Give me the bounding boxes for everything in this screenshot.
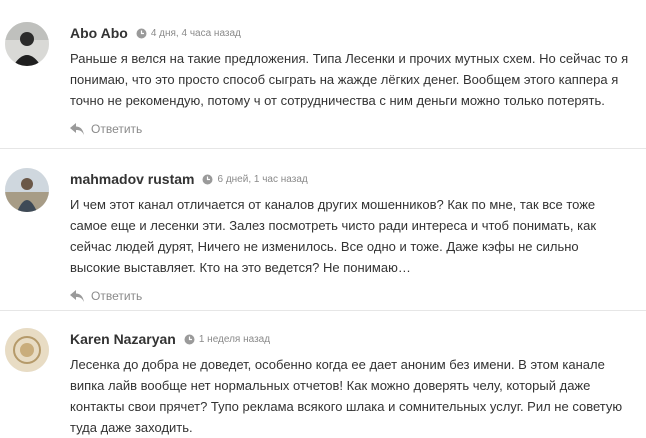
- author-name[interactable]: mahmadov rustam: [70, 171, 194, 187]
- comment-text: Раньше я велся на такие предложения. Тип…: [70, 51, 629, 108]
- clock-icon: [136, 28, 147, 39]
- comment-meta: mahmadov rustam 6 дней, 1 час назад: [70, 168, 632, 190]
- comment-timestamp[interactable]: 6 дней, 1 час назад: [217, 174, 307, 185]
- avatar[interactable]: [5, 328, 49, 372]
- reply-arrow-icon: [70, 290, 84, 302]
- author-name[interactable]: Karen Nazaryan: [70, 331, 176, 347]
- avatar[interactable]: [5, 168, 49, 212]
- comment-text: И чем этот канал отличается от каналов д…: [70, 197, 597, 275]
- clock-icon: [202, 174, 213, 185]
- reply-button[interactable]: Ответить: [70, 119, 632, 139]
- comment-meta: Abo Abo 4 дня, 4 часа назад: [70, 22, 632, 44]
- divider: [0, 310, 646, 311]
- clock-icon: [184, 334, 195, 345]
- reply-label: Ответить: [91, 122, 143, 136]
- comment-meta: Karen Nazaryan 1 неделя назад: [70, 328, 632, 350]
- reply-button[interactable]: Ответить: [70, 286, 632, 306]
- author-name[interactable]: Abo Abo: [70, 25, 128, 41]
- comment-timestamp[interactable]: 1 неделя назад: [199, 334, 270, 345]
- reply-label: Ответить: [91, 289, 143, 303]
- divider: [0, 148, 646, 149]
- reply-arrow-icon: [70, 123, 84, 135]
- avatar[interactable]: [5, 22, 49, 66]
- comment-timestamp[interactable]: 4 дня, 4 часа назад: [151, 28, 241, 39]
- comment-text: Лесенка до добра не доведет, особенно ко…: [70, 357, 623, 435]
